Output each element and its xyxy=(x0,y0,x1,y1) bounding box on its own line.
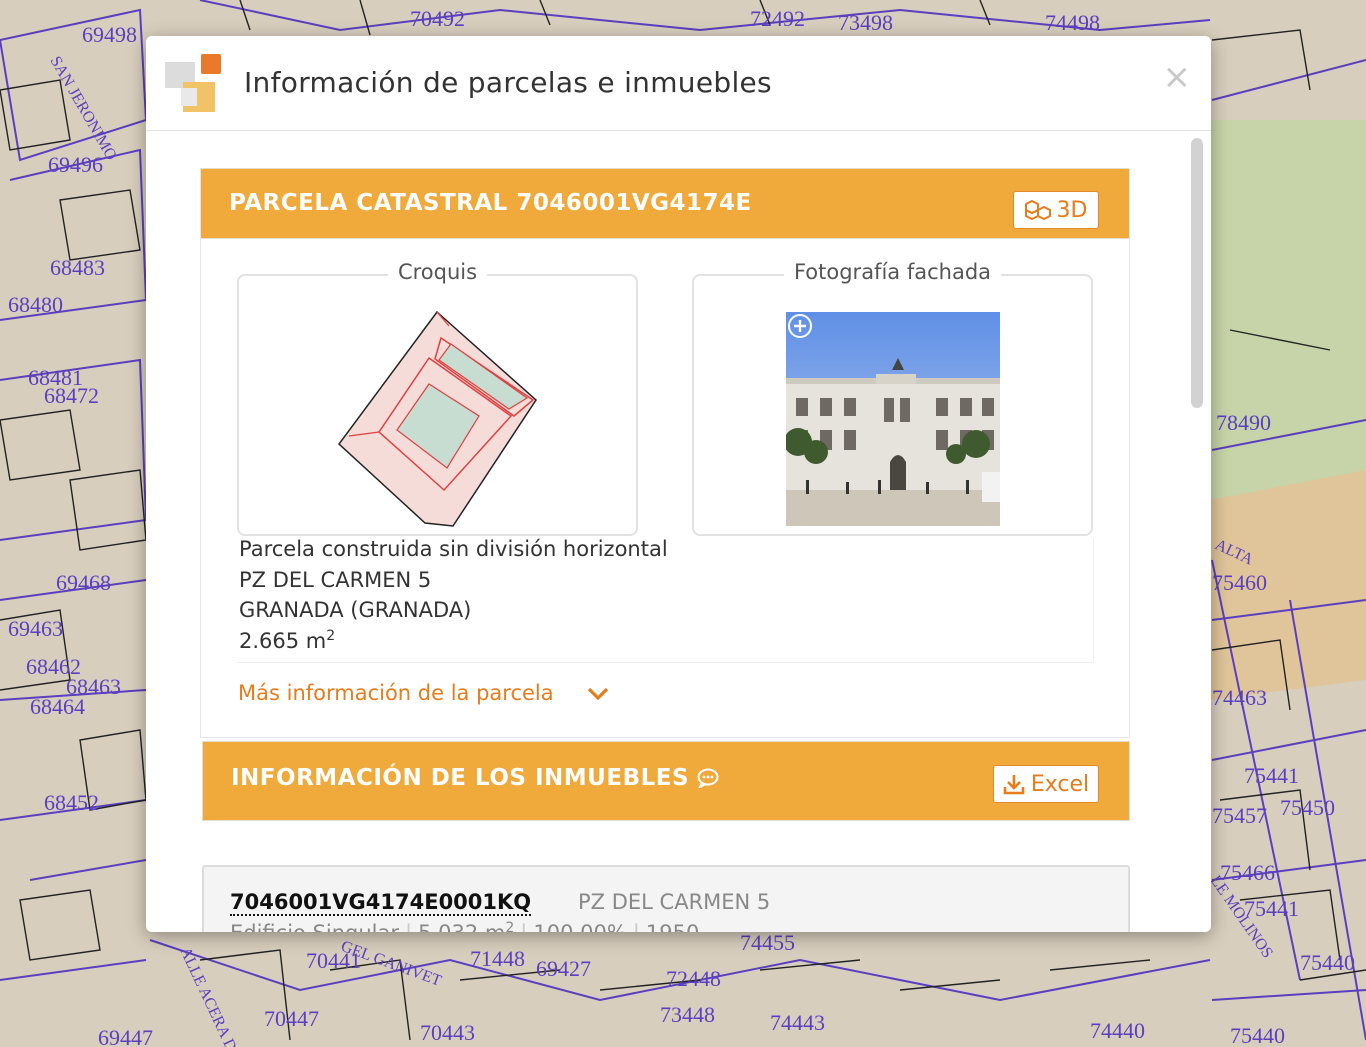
property-details: Edificio Singular|5.032 m2|100,00%|1950 xyxy=(230,920,699,932)
svg-text:68480: 68480 xyxy=(8,292,63,317)
parcel-description: Parcela construida sin división horizont… xyxy=(239,537,668,561)
comment-icon[interactable] xyxy=(697,768,719,788)
property-address: PZ DEL CARMEN 5 xyxy=(578,890,771,914)
close-button[interactable]: × xyxy=(1163,60,1192,94)
svg-text:74455: 74455 xyxy=(740,930,795,955)
dialog-title: Información de parcelas e inmuebles xyxy=(244,66,772,99)
properties-header: INFORMACIÓN DE LOS INMUEBLES Excel xyxy=(202,741,1130,821)
excel-label: Excel xyxy=(1030,771,1090,797)
parcel-area: 2.665 m2 xyxy=(239,628,335,653)
properties-title: INFORMACIÓN DE LOS INMUEBLES xyxy=(231,765,719,791)
property-share: 100,00% xyxy=(533,921,626,932)
parcel-info-dialog: Información de parcelas e inmuebles × PA… xyxy=(146,36,1211,932)
svg-text:74443: 74443 xyxy=(770,1010,825,1035)
property-card: 7046001VG4174E0001KQ PZ DEL CARMEN 5 Edi… xyxy=(202,865,1130,932)
svg-text:69468: 69468 xyxy=(56,570,111,595)
svg-text:75441: 75441 xyxy=(1244,763,1299,788)
svg-text:70443: 70443 xyxy=(420,1020,475,1045)
svg-text:78490: 78490 xyxy=(1216,410,1271,435)
svg-text:68472: 68472 xyxy=(44,383,99,408)
property-year: 1950 xyxy=(646,921,699,932)
svg-text:75450: 75450 xyxy=(1280,795,1335,820)
chevron-down-icon[interactable] xyxy=(586,686,610,702)
svg-text:70447: 70447 xyxy=(264,1006,319,1031)
properties-title-text: INFORMACIÓN DE LOS INMUEBLES xyxy=(231,765,690,791)
svg-text:74498: 74498 xyxy=(1045,10,1100,35)
parcel-panel: Croquis Fotografía fachada Parcela const… xyxy=(200,168,1130,738)
parcel-area-value: 2.665 m xyxy=(239,629,327,653)
dialog-body: PARCELA CATASTRAL 7046001VG4174E 3D Croq… xyxy=(146,131,1182,932)
photo-legend: Fotografía fachada xyxy=(783,260,1002,284)
parcel-sketch[interactable] xyxy=(239,276,636,534)
svg-text:75466: 75466 xyxy=(1220,860,1275,885)
svg-text:69496: 69496 xyxy=(48,152,103,177)
svg-text:68452: 68452 xyxy=(44,790,99,815)
parcel-municipality: GRANADA (GRANADA) xyxy=(239,598,472,622)
svg-text:74463: 74463 xyxy=(1212,685,1267,710)
dialog-header: Información de parcelas e inmuebles × xyxy=(146,36,1211,131)
svg-text:69463: 69463 xyxy=(8,616,63,641)
svg-text:73498: 73498 xyxy=(838,10,893,35)
svg-text:69447: 69447 xyxy=(98,1025,153,1047)
svg-text:68464: 68464 xyxy=(30,694,85,719)
excel-export-button[interactable]: Excel xyxy=(993,765,1099,803)
property-area: 5.032 m xyxy=(418,921,505,932)
svg-text:71448: 71448 xyxy=(470,946,525,971)
svg-text:69498: 69498 xyxy=(82,22,137,47)
property-area-sup: 2 xyxy=(505,920,515,932)
property-ref-link[interactable]: 7046001VG4174E0001KQ xyxy=(230,890,532,916)
svg-text:70492: 70492 xyxy=(410,6,465,31)
svg-text:72492: 72492 xyxy=(750,6,805,31)
sketch-box: Croquis xyxy=(237,260,638,536)
svg-text:68483: 68483 xyxy=(50,255,105,280)
svg-text:74440: 74440 xyxy=(1090,1018,1145,1043)
svg-text:75440: 75440 xyxy=(1300,950,1355,975)
facade-photo[interactable] xyxy=(786,312,1000,526)
more-parcel-info-link[interactable]: Más información de la parcela xyxy=(238,681,554,705)
svg-text:69427: 69427 xyxy=(536,956,591,981)
svg-text:75457: 75457 xyxy=(1212,803,1267,828)
svg-text:75440: 75440 xyxy=(1230,1023,1285,1047)
property-use: Edificio Singular xyxy=(230,921,399,932)
scrollbar-thumb[interactable] xyxy=(1191,138,1203,408)
svg-text:72448: 72448 xyxy=(666,966,721,991)
facade-photo-box: Fotografía fachada xyxy=(692,260,1093,536)
parcel-area-unit-sup: 2 xyxy=(326,628,336,644)
svg-text:73448: 73448 xyxy=(660,1002,715,1027)
catastro-logo-icon xyxy=(165,54,221,112)
svg-text:75460: 75460 xyxy=(1212,570,1267,595)
download-icon xyxy=(1003,775,1025,795)
parcel-address: PZ DEL CARMEN 5 xyxy=(239,568,432,592)
